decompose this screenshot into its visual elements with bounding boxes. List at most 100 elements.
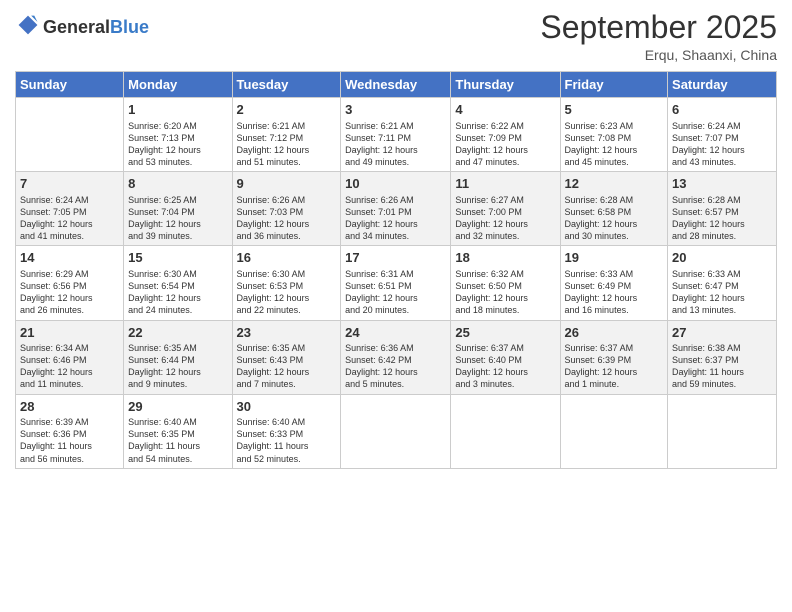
day-number: 23 [237,324,337,342]
day-number: 12 [565,175,664,193]
day-info: Sunrise: 6:28 AM Sunset: 6:58 PM Dayligh… [565,194,664,243]
table-row: 30Sunrise: 6:40 AM Sunset: 6:33 PM Dayli… [232,394,341,468]
table-row: 21Sunrise: 6:34 AM Sunset: 6:46 PM Dayli… [16,320,124,394]
day-number: 13 [672,175,772,193]
table-row: 22Sunrise: 6:35 AM Sunset: 6:44 PM Dayli… [124,320,232,394]
day-number: 21 [20,324,119,342]
day-number: 4 [455,101,555,119]
table-row: 23Sunrise: 6:35 AM Sunset: 6:43 PM Dayli… [232,320,341,394]
day-number: 24 [345,324,446,342]
col-sunday: Sunday [16,72,124,98]
table-row: 29Sunrise: 6:40 AM Sunset: 6:35 PM Dayli… [124,394,232,468]
day-number: 9 [237,175,337,193]
day-info: Sunrise: 6:23 AM Sunset: 7:08 PM Dayligh… [565,120,664,169]
day-info: Sunrise: 6:22 AM Sunset: 7:09 PM Dayligh… [455,120,555,169]
day-number: 6 [672,101,772,119]
day-info: Sunrise: 6:35 AM Sunset: 6:44 PM Dayligh… [128,342,227,391]
table-row: 20Sunrise: 6:33 AM Sunset: 6:47 PM Dayli… [668,246,777,320]
day-info: Sunrise: 6:34 AM Sunset: 6:46 PM Dayligh… [20,342,119,391]
table-row: 9Sunrise: 6:26 AM Sunset: 7:03 PM Daylig… [232,172,341,246]
day-number: 15 [128,249,227,267]
day-info: Sunrise: 6:20 AM Sunset: 7:13 PM Dayligh… [128,120,227,169]
day-number: 25 [455,324,555,342]
logo-blue-text: Blue [110,17,149,37]
calendar-week-row: 21Sunrise: 6:34 AM Sunset: 6:46 PM Dayli… [16,320,777,394]
day-number: 1 [128,101,227,119]
day-number: 3 [345,101,446,119]
day-number: 29 [128,398,227,416]
table-row: 13Sunrise: 6:28 AM Sunset: 6:57 PM Dayli… [668,172,777,246]
day-number: 30 [237,398,337,416]
day-number: 16 [237,249,337,267]
day-info: Sunrise: 6:29 AM Sunset: 6:56 PM Dayligh… [20,268,119,317]
day-info: Sunrise: 6:35 AM Sunset: 6:43 PM Dayligh… [237,342,337,391]
day-info: Sunrise: 6:27 AM Sunset: 7:00 PM Dayligh… [455,194,555,243]
table-row: 8Sunrise: 6:25 AM Sunset: 7:04 PM Daylig… [124,172,232,246]
table-row: 12Sunrise: 6:28 AM Sunset: 6:58 PM Dayli… [560,172,668,246]
day-info: Sunrise: 6:24 AM Sunset: 7:05 PM Dayligh… [20,194,119,243]
day-info: Sunrise: 6:26 AM Sunset: 7:01 PM Dayligh… [345,194,446,243]
calendar-week-row: 14Sunrise: 6:29 AM Sunset: 6:56 PM Dayli… [16,246,777,320]
table-row [451,394,560,468]
day-info: Sunrise: 6:21 AM Sunset: 7:12 PM Dayligh… [237,120,337,169]
calendar-header-row: Sunday Monday Tuesday Wednesday Thursday… [16,72,777,98]
table-row: 16Sunrise: 6:30 AM Sunset: 6:53 PM Dayli… [232,246,341,320]
col-monday: Monday [124,72,232,98]
table-row: 17Sunrise: 6:31 AM Sunset: 6:51 PM Dayli… [341,246,451,320]
day-info: Sunrise: 6:24 AM Sunset: 7:07 PM Dayligh… [672,120,772,169]
page-header: GeneralBlue September 2025 Erqu, Shaanxi… [15,10,777,63]
calendar-table: Sunday Monday Tuesday Wednesday Thursday… [15,71,777,469]
day-number: 11 [455,175,555,193]
table-row: 4Sunrise: 6:22 AM Sunset: 7:09 PM Daylig… [451,98,560,172]
day-number: 14 [20,249,119,267]
calendar-week-row: 1Sunrise: 6:20 AM Sunset: 7:13 PM Daylig… [16,98,777,172]
day-number: 18 [455,249,555,267]
col-wednesday: Wednesday [341,72,451,98]
table-row [668,394,777,468]
day-info: Sunrise: 6:32 AM Sunset: 6:50 PM Dayligh… [455,268,555,317]
table-row [341,394,451,468]
col-saturday: Saturday [668,72,777,98]
table-row: 24Sunrise: 6:36 AM Sunset: 6:42 PM Dayli… [341,320,451,394]
day-number: 10 [345,175,446,193]
logo: GeneralBlue [15,14,149,41]
day-info: Sunrise: 6:25 AM Sunset: 7:04 PM Dayligh… [128,194,227,243]
day-number: 19 [565,249,664,267]
table-row: 5Sunrise: 6:23 AM Sunset: 7:08 PM Daylig… [560,98,668,172]
day-info: Sunrise: 6:28 AM Sunset: 6:57 PM Dayligh… [672,194,772,243]
table-row: 7Sunrise: 6:24 AM Sunset: 7:05 PM Daylig… [16,172,124,246]
table-row: 26Sunrise: 6:37 AM Sunset: 6:39 PM Dayli… [560,320,668,394]
col-thursday: Thursday [451,72,560,98]
table-row: 2Sunrise: 6:21 AM Sunset: 7:12 PM Daylig… [232,98,341,172]
calendar-week-row: 7Sunrise: 6:24 AM Sunset: 7:05 PM Daylig… [16,172,777,246]
day-number: 5 [565,101,664,119]
title-block: September 2025 Erqu, Shaanxi, China [540,10,777,63]
day-info: Sunrise: 6:30 AM Sunset: 6:53 PM Dayligh… [237,268,337,317]
day-info: Sunrise: 6:26 AM Sunset: 7:03 PM Dayligh… [237,194,337,243]
table-row: 3Sunrise: 6:21 AM Sunset: 7:11 PM Daylig… [341,98,451,172]
day-info: Sunrise: 6:30 AM Sunset: 6:54 PM Dayligh… [128,268,227,317]
table-row: 10Sunrise: 6:26 AM Sunset: 7:01 PM Dayli… [341,172,451,246]
col-friday: Friday [560,72,668,98]
day-info: Sunrise: 6:21 AM Sunset: 7:11 PM Dayligh… [345,120,446,169]
day-number: 27 [672,324,772,342]
table-row [560,394,668,468]
day-info: Sunrise: 6:37 AM Sunset: 6:39 PM Dayligh… [565,342,664,391]
table-row: 11Sunrise: 6:27 AM Sunset: 7:00 PM Dayli… [451,172,560,246]
day-number: 28 [20,398,119,416]
table-row: 14Sunrise: 6:29 AM Sunset: 6:56 PM Dayli… [16,246,124,320]
day-info: Sunrise: 6:37 AM Sunset: 6:40 PM Dayligh… [455,342,555,391]
day-info: Sunrise: 6:38 AM Sunset: 6:37 PM Dayligh… [672,342,772,391]
calendar-week-row: 28Sunrise: 6:39 AM Sunset: 6:36 PM Dayli… [16,394,777,468]
day-info: Sunrise: 6:40 AM Sunset: 6:35 PM Dayligh… [128,416,227,465]
day-number: 20 [672,249,772,267]
table-row: 25Sunrise: 6:37 AM Sunset: 6:40 PM Dayli… [451,320,560,394]
day-number: 22 [128,324,227,342]
day-info: Sunrise: 6:39 AM Sunset: 6:36 PM Dayligh… [20,416,119,465]
day-number: 2 [237,101,337,119]
day-number: 7 [20,175,119,193]
day-info: Sunrise: 6:31 AM Sunset: 6:51 PM Dayligh… [345,268,446,317]
location-subtitle: Erqu, Shaanxi, China [540,47,777,63]
table-row: 18Sunrise: 6:32 AM Sunset: 6:50 PM Dayli… [451,246,560,320]
table-row [16,98,124,172]
